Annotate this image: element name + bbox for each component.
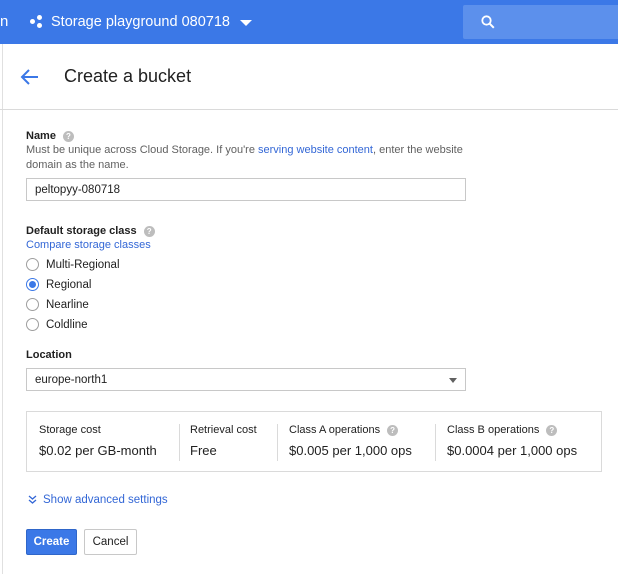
- cost-divider: [435, 424, 436, 461]
- show-advanced-settings-link[interactable]: Show advanced settings: [28, 494, 168, 506]
- cost-value: $0.02 per GB-month: [39, 443, 157, 458]
- page-title: Create a bucket: [64, 66, 192, 86]
- radio-coldline[interactable]: Coldline: [26, 318, 88, 331]
- storage-cost: Storage cost $0.02 per GB-month: [39, 424, 157, 462]
- page-header: Create a bucket: [0, 44, 618, 110]
- cost-divider: [277, 424, 278, 461]
- cost-header: Class B operations: [447, 424, 540, 436]
- help-icon[interactable]: ?: [387, 424, 399, 436]
- location-label: Location: [26, 349, 72, 361]
- radio-label: Coldline: [46, 318, 88, 331]
- bucket-name-input[interactable]: [26, 178, 466, 201]
- create-button[interactable]: Create: [26, 529, 77, 555]
- class-b-operations: Class B operations? $0.0004 per 1,000 op…: [447, 424, 577, 462]
- cost-header: Retrieval cost: [190, 424, 257, 436]
- search-icon: [481, 15, 495, 29]
- project-dots-icon: [30, 15, 44, 29]
- help-icon[interactable]: ?: [62, 130, 74, 142]
- chevron-down-icon: [239, 20, 252, 26]
- radio-label: Nearline: [46, 298, 89, 311]
- dropdown-arrow-icon: [449, 378, 457, 383]
- radio-multi-regional[interactable]: Multi-Regional: [26, 258, 120, 271]
- cost-summary: Storage cost $0.02 per GB-month Retrieva…: [26, 411, 602, 472]
- double-chevron-down-icon: [28, 495, 37, 504]
- left-divider: [2, 44, 3, 574]
- cost-value: Free: [190, 443, 217, 458]
- retrieval-cost: Retrieval cost Free: [190, 424, 257, 462]
- radio-button[interactable]: [26, 258, 39, 271]
- name-label: Name ?: [26, 130, 74, 142]
- cost-value: $0.0004 per 1,000 ops: [447, 443, 578, 458]
- radio-nearline[interactable]: Nearline: [26, 298, 89, 311]
- location-value: europe-north1: [35, 373, 108, 386]
- name-desc-text: Must be unique across Cloud Storage. If …: [26, 144, 259, 156]
- help-icon[interactable]: ?: [143, 225, 155, 237]
- name-description: Must be unique across Cloud Storage. If …: [26, 143, 476, 173]
- cost-value: $0.005 per 1,000 ops: [289, 443, 412, 458]
- cost-header: Class A operations: [289, 424, 381, 436]
- radio-label: Multi-Regional: [46, 258, 120, 271]
- name-label-text: Name: [26, 130, 56, 142]
- top-app-bar: n Storage playground 080718: [0, 0, 618, 44]
- project-selector[interactable]: Storage playground 080718: [30, 0, 252, 44]
- cost-divider: [179, 424, 180, 461]
- advanced-settings-label: Show advanced settings: [43, 494, 168, 506]
- search-bar[interactable]: [463, 5, 618, 39]
- serving-website-link[interactable]: serving website content: [258, 144, 373, 156]
- radio-button[interactable]: [26, 318, 39, 331]
- compare-storage-classes-link[interactable]: Compare storage classes: [26, 239, 151, 251]
- storage-class-label: Default storage class ?: [26, 225, 155, 237]
- back-arrow-icon[interactable]: [20, 68, 40, 86]
- radio-label: Regional: [46, 278, 92, 291]
- location-select[interactable]: europe-north1: [26, 368, 466, 391]
- radio-regional[interactable]: Regional: [26, 278, 91, 291]
- help-icon[interactable]: ?: [546, 424, 558, 436]
- radio-button-selected[interactable]: [26, 278, 39, 291]
- cancel-button[interactable]: Cancel: [84, 529, 137, 555]
- project-name: Storage playground 080718: [51, 14, 230, 30]
- class-a-operations: Class A operations? $0.005 per 1,000 ops: [289, 424, 412, 462]
- radio-button[interactable]: [26, 298, 39, 311]
- cost-header: Storage cost: [39, 424, 101, 436]
- storage-class-label-text: Default storage class: [26, 225, 137, 237]
- app-title-fragment: n: [0, 13, 9, 30]
